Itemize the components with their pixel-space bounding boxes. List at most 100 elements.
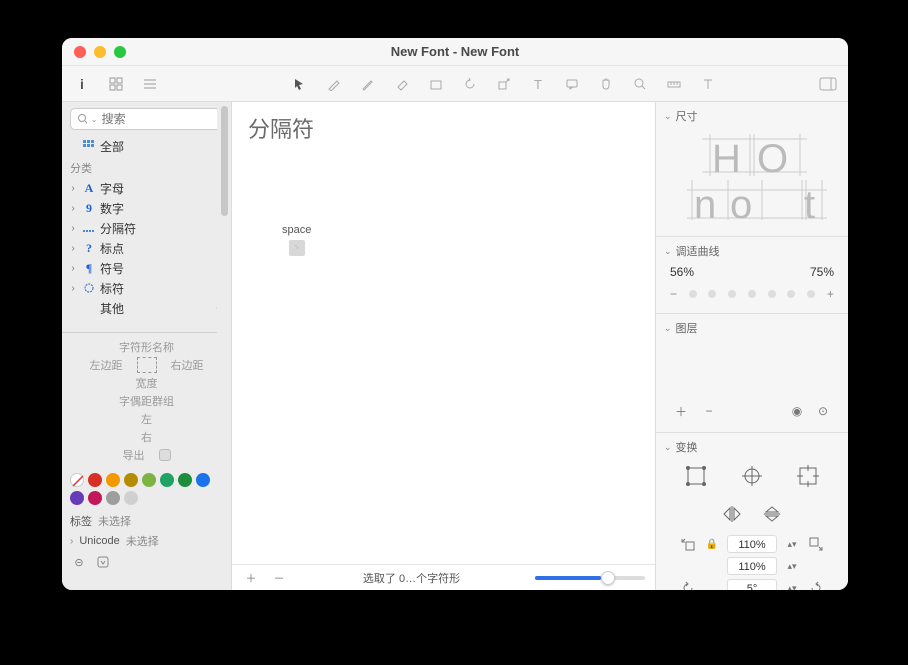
color-magenta[interactable] [88, 491, 102, 505]
rotate-ccw-icon[interactable] [679, 579, 697, 590]
tags-label: 标签 [70, 513, 92, 529]
export-checkbox[interactable] [159, 449, 171, 461]
curve-right-value[interactable]: 75% [810, 265, 834, 279]
rsb-label: 右边距 [171, 357, 204, 373]
unicode-row[interactable]: › Unicode 未选择 [70, 533, 223, 549]
chevron-down-icon: ⌄ [664, 111, 672, 122]
sidebar-item-other[interactable]: 其他 0 [62, 298, 231, 318]
sidebar-item-numbers[interactable]: › 9 数字 [62, 198, 231, 218]
stepper-icon[interactable]: ▴▾ [783, 535, 801, 553]
maximize-button[interactable] [114, 46, 126, 58]
layer-menu-icon[interactable]: ⊙ [814, 402, 832, 420]
color-orange[interactable] [106, 473, 120, 487]
panel-toggle-icon[interactable] [816, 72, 840, 96]
scale-x-field[interactable]: 110% [727, 535, 777, 553]
svg-text:T: T [534, 77, 542, 91]
svg-text:H: H [712, 137, 741, 181]
section-curve[interactable]: ⌄调适曲线 [664, 241, 840, 261]
lsb-label: 左边距 [90, 357, 123, 373]
scale-down-icon[interactable] [679, 535, 697, 553]
curve-left-value[interactable]: 56% [670, 265, 694, 279]
shape-tool-icon[interactable] [424, 72, 448, 96]
pen-tool-icon[interactable] [322, 72, 346, 96]
text-tool-icon[interactable]: T [526, 72, 550, 96]
rotate-field[interactable]: 5° [727, 579, 777, 590]
align-box-icon[interactable] [797, 465, 819, 490]
grid-view-icon[interactable] [104, 72, 128, 96]
section-transform[interactable]: ⌄变换 [664, 437, 840, 457]
visibility-icon[interactable]: ◉ [788, 402, 806, 420]
canvas-footer: ＋ － 选取了 0…个字符形 [232, 564, 655, 590]
zoom-icon[interactable] [628, 72, 652, 96]
chevron-down-icon: ⌄ [664, 246, 672, 257]
section-size[interactable]: ⌄尺寸 [664, 106, 840, 126]
rotate-cw-icon[interactable] [807, 579, 825, 590]
color-labels [62, 469, 231, 509]
color-lightgray[interactable] [124, 491, 138, 505]
color-darkgreen[interactable] [178, 473, 192, 487]
remove-glyph-icon[interactable]: － [270, 569, 288, 587]
color-lime[interactable] [142, 473, 156, 487]
align-bounds-icon[interactable] [685, 465, 707, 490]
color-blue[interactable] [196, 473, 210, 487]
minimize-button[interactable] [94, 46, 106, 58]
sidebar-item-marks[interactable]: › 标符 [62, 278, 231, 298]
color-gray[interactable] [106, 491, 120, 505]
scale-icon[interactable] [492, 72, 516, 96]
sidebar-item-letters[interactable]: › A 字母 [62, 178, 231, 198]
color-red[interactable] [88, 473, 102, 487]
sidebar-scrollbar[interactable] [217, 102, 231, 392]
color-green[interactable] [160, 473, 174, 487]
select-tool-icon[interactable] [288, 72, 312, 96]
stepper-icon[interactable]: ▴▾ [783, 579, 801, 590]
info-icon[interactable]: i [70, 72, 94, 96]
body: ⌄ 全部 分类 › A 字母 › 9 数字 [62, 102, 848, 590]
sidebar: ⌄ 全部 分类 › A 字母 › 9 数字 [62, 102, 232, 590]
clear-color-icon[interactable] [70, 473, 84, 487]
remove-layer-icon[interactable]: − [700, 402, 718, 420]
toolbar: i T [62, 66, 848, 102]
right-label: 右 [141, 429, 152, 445]
sidebar-item-all[interactable]: 全部 [62, 136, 231, 156]
canvas-body[interactable]: space ␠ [232, 154, 655, 564]
flip-h-icon[interactable] [722, 506, 742, 525]
lock-icon[interactable]: 🔒 [703, 535, 721, 553]
zoom-slider[interactable] [535, 576, 645, 580]
tags-row[interactable]: 标签 未选择 [70, 513, 223, 529]
measure-icon[interactable] [662, 72, 686, 96]
sidebar-item-symbols[interactable]: › ¶ 符号 [62, 258, 231, 278]
plus-icon[interactable]: + [827, 287, 834, 301]
sidebar-item-punctuation[interactable]: › ? 标点 [62, 238, 231, 258]
dropdown-icon[interactable] [94, 553, 112, 571]
close-button[interactable] [74, 46, 86, 58]
glyph-cell-space[interactable]: space ␠ [282, 224, 311, 256]
align-center-icon[interactable] [741, 465, 763, 490]
add-glyph-icon[interactable]: ＋ [242, 569, 260, 587]
flip-v-icon[interactable] [762, 506, 782, 525]
hand-tool-icon[interactable] [594, 72, 618, 96]
align-icon[interactable] [696, 72, 720, 96]
number-icon: 9 [82, 201, 96, 215]
search-field[interactable]: ⌄ [70, 108, 223, 130]
filter-toggle-icon[interactable]: ⊝ [70, 553, 88, 571]
add-layer-icon[interactable]: ＋ [672, 402, 690, 420]
annotate-icon[interactable] [560, 72, 584, 96]
unicode-label: Unicode [79, 535, 119, 547]
glyph-label: space [282, 224, 311, 236]
color-olive[interactable] [124, 473, 138, 487]
traffic-lights [62, 46, 126, 58]
scale-up-icon[interactable] [807, 535, 825, 553]
sidebar-item-separators[interactable]: › 分隔符 [62, 218, 231, 238]
color-purple[interactable] [70, 491, 84, 505]
search-input[interactable] [102, 112, 216, 126]
width-label: 宽度 [136, 375, 158, 391]
curve-dots[interactable]: − + [664, 283, 840, 305]
section-layers[interactable]: ⌄图层 [664, 318, 840, 338]
list-view-icon[interactable] [138, 72, 162, 96]
scale-y-field[interactable]: 110% [727, 557, 777, 575]
minus-icon[interactable]: − [670, 287, 677, 301]
rotate-icon[interactable] [458, 72, 482, 96]
pencil-icon[interactable] [356, 72, 380, 96]
eraser-icon[interactable] [390, 72, 414, 96]
stepper-icon[interactable]: ▴▾ [783, 557, 801, 575]
